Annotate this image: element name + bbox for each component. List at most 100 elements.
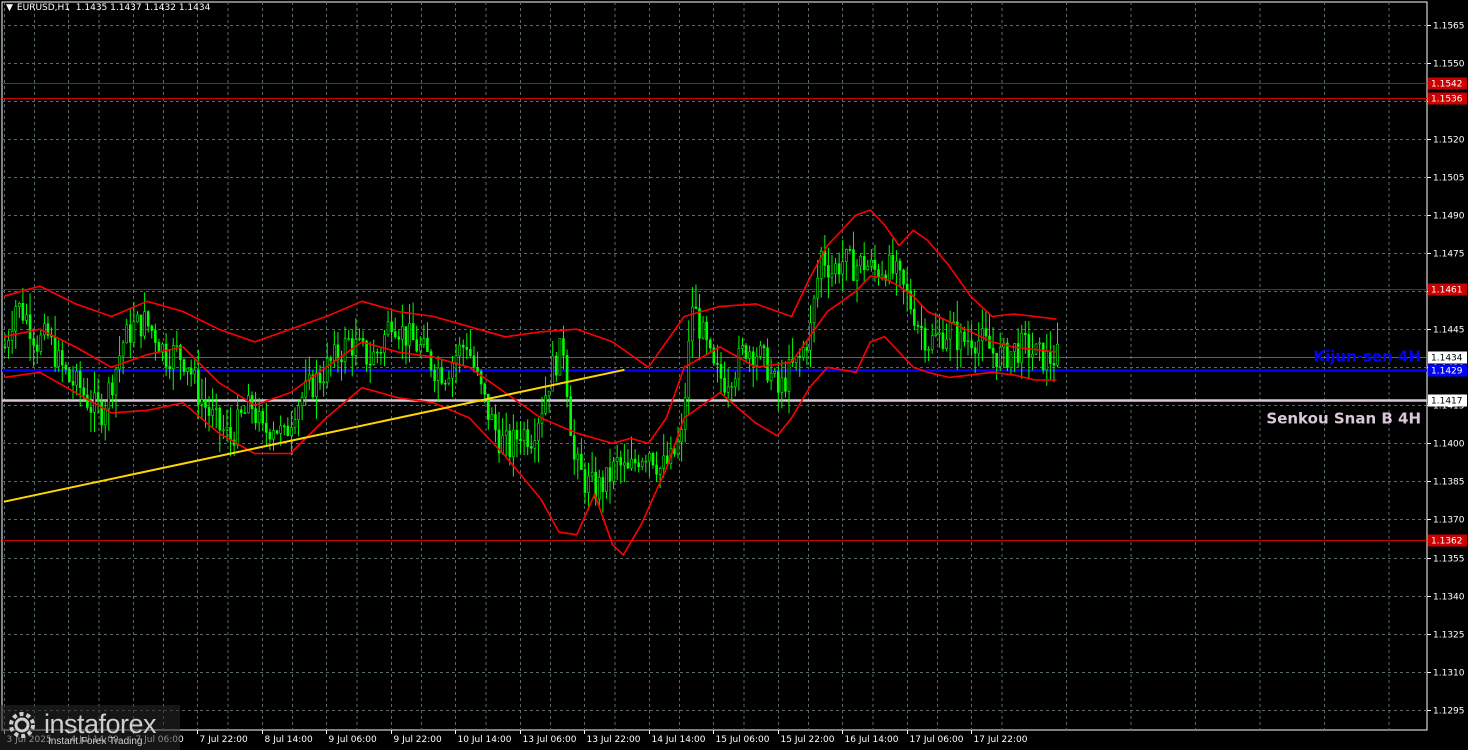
candle-body [89, 407, 93, 413]
candle-body [995, 352, 998, 367]
candle-body [129, 324, 132, 343]
candle-body [877, 269, 880, 278]
candle-body [390, 321, 393, 333]
candle-body [605, 467, 608, 492]
x-tick-label: 8 Jul 14:00 [265, 735, 314, 745]
candle-body [136, 314, 139, 323]
candle-body [802, 347, 805, 358]
candle-body [118, 355, 121, 370]
candle-body [28, 314, 32, 339]
candle-body [984, 328, 988, 337]
candle-body [769, 373, 773, 381]
candle-body [862, 256, 866, 270]
candle-body [236, 409, 239, 446]
ohlc-values: 1.1435 1.1437 1.1432 1.1434 [75, 3, 211, 13]
candle-body [154, 330, 157, 343]
senkou-price-label: 1.1417 [1431, 397, 1463, 407]
y-tick-label: 1.1370 [1433, 516, 1465, 526]
candle-body [139, 314, 143, 337]
candle-body [751, 351, 755, 366]
candle-body [293, 419, 297, 428]
candle-body [1006, 342, 1009, 368]
candle-body [827, 265, 830, 278]
candle-body [948, 321, 952, 340]
candle-body [852, 249, 855, 281]
candle-body [923, 327, 927, 351]
level-price-label: 1.1536 [1431, 95, 1463, 105]
candle-body [590, 471, 594, 477]
candle-body [898, 260, 902, 271]
candle-body [676, 441, 680, 455]
candle-body [755, 356, 759, 366]
dropdown-triangle-icon[interactable]: ▼ [6, 3, 13, 13]
candle-body [1024, 332, 1027, 335]
candle-body [479, 371, 483, 385]
candle-body [197, 369, 200, 405]
candle-body [694, 306, 698, 309]
candle-body [927, 349, 930, 351]
candle-body [218, 407, 222, 431]
y-tick-label: 1.1505 [1433, 174, 1465, 184]
candle-body [86, 394, 89, 408]
level-price-label: 1.1362 [1431, 537, 1463, 547]
x-tick-label: 10 Jul 14:00 [458, 735, 512, 745]
candle-body [998, 346, 1002, 367]
candle-body [444, 382, 447, 385]
candle-body [691, 306, 694, 342]
y-tick-label: 1.1355 [1433, 555, 1465, 565]
candle-body [157, 342, 161, 353]
candle-body [393, 331, 397, 338]
candle-body [887, 254, 891, 281]
candle-body [905, 283, 909, 292]
candle-body [612, 461, 615, 482]
candle-body [454, 355, 458, 364]
candle-body [680, 429, 683, 443]
candle-body [103, 408, 107, 426]
candle-body [920, 325, 923, 329]
candle-body [32, 338, 35, 346]
candle-body [329, 358, 333, 361]
candle-body [655, 464, 658, 475]
candle-body [300, 396, 304, 407]
candle-body [966, 340, 970, 343]
candle-body [7, 340, 10, 348]
candle-body [268, 432, 272, 440]
candle-body [1056, 344, 1059, 366]
y-tick-label: 1.1295 [1433, 707, 1465, 717]
candle-body [461, 344, 465, 348]
candle-body [447, 377, 451, 384]
x-tick-label: 7 Jul 22:00 [200, 735, 249, 745]
candle-body [780, 377, 784, 393]
candle-body [526, 429, 529, 447]
candle-body [64, 364, 68, 370]
candle-body [469, 349, 472, 357]
candle-body [644, 460, 648, 463]
candle-body [411, 323, 415, 341]
candle-body [282, 425, 286, 428]
candle-body [855, 265, 859, 281]
y-tick-label: 1.1310 [1433, 669, 1465, 679]
price-chart[interactable]: 1.15651.15501.15351.15201.15051.14901.14… [0, 0, 1468, 750]
candle-body [547, 390, 551, 397]
candle-body [164, 343, 168, 367]
kijun-price-label: 1.1429 [1431, 367, 1463, 377]
candle-body [107, 382, 111, 410]
candle-body [701, 321, 705, 339]
x-tick-label: 13 Jul 22:00 [587, 735, 641, 745]
x-tick-label: 15 Jul 22:00 [781, 735, 835, 745]
candle-body [705, 321, 708, 341]
candle-body [533, 440, 537, 449]
candle-body [436, 367, 440, 382]
candle-body [823, 250, 827, 266]
candle-body [508, 430, 512, 457]
chart-title: ▼ EURUSD,H1 1.1435 1.1437 1.1432 1.1434 [6, 3, 210, 13]
candle-body [229, 426, 232, 441]
candle-body [494, 414, 497, 431]
level-price-label: 1.1542 [1431, 80, 1463, 90]
candle-body [68, 369, 71, 382]
candle-body [941, 332, 945, 349]
candle-body [476, 367, 479, 372]
candle-body [340, 359, 343, 363]
candle-body [182, 359, 186, 372]
candle-body [651, 453, 655, 466]
